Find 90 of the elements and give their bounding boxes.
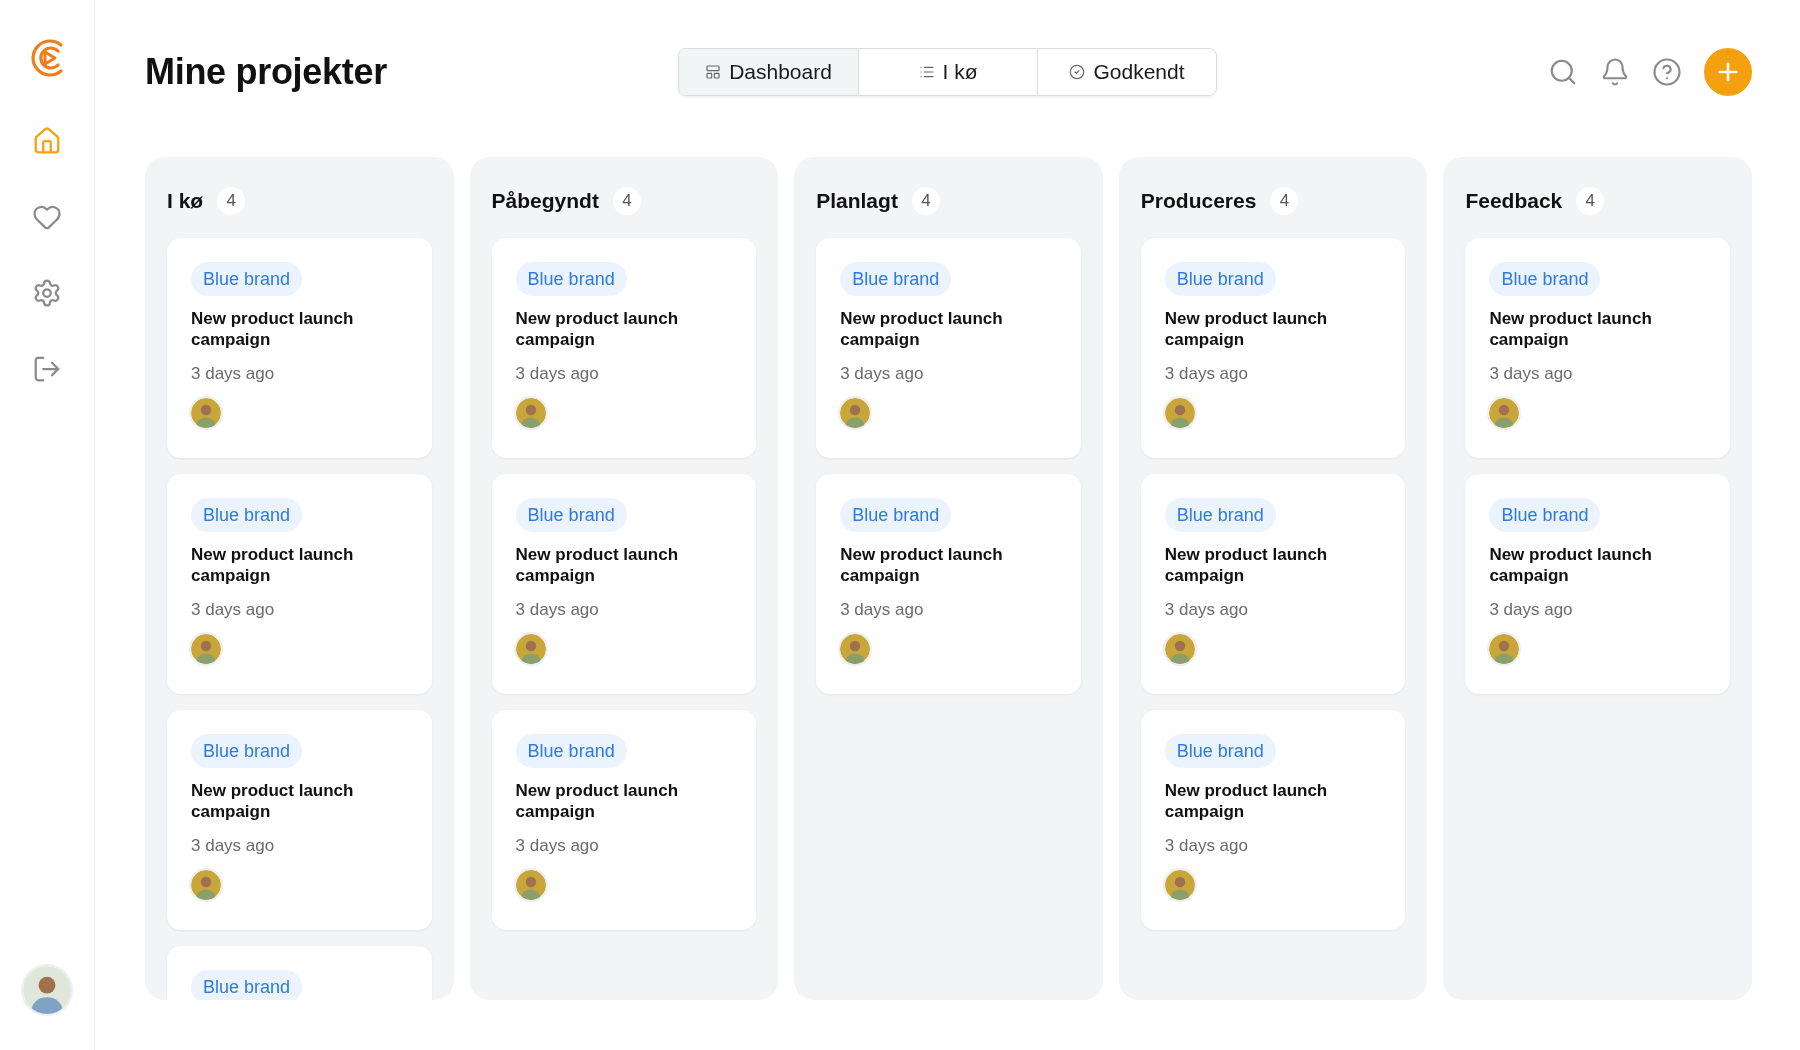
project-card[interactable]: Blue brand New product launch campaign 3 days ago — [491, 238, 757, 458]
brand-tag: Blue brand — [1164, 734, 1276, 768]
add-button[interactable] — [1704, 47, 1752, 96]
count-badge: 4 — [1270, 186, 1299, 215]
help-icon[interactable] — [1652, 56, 1682, 87]
avatar — [23, 966, 71, 1014]
card-time: 3 days ago — [1164, 600, 1248, 620]
card-time: 3 days ago — [1489, 600, 1573, 620]
column-title: Feedback — [1465, 188, 1563, 213]
brand-tag: Blue brand — [1489, 498, 1601, 532]
avatar — [191, 870, 221, 900]
brand-tag: Blue brand — [840, 498, 952, 532]
brand-tag: Blue brand — [191, 498, 303, 532]
card-time: 3 days ago — [1164, 836, 1248, 856]
card-title: New product launch campaign — [1489, 308, 1653, 350]
card-title: New product launch campaign — [1164, 544, 1329, 586]
count-badge: 4 — [1576, 186, 1605, 215]
avatar — [1164, 870, 1195, 900]
brand-tag: Blue brand — [191, 734, 303, 768]
card-time: 3 days ago — [840, 600, 924, 620]
avatar — [515, 634, 546, 664]
avatar — [515, 870, 546, 900]
avatar — [840, 634, 871, 664]
avatar — [1164, 398, 1195, 428]
avatar — [1489, 634, 1520, 664]
project-card[interactable]: Blue brand New product launch campaign 3 days ago — [1465, 474, 1730, 694]
project-card[interactable]: Blue brand New product launch campaign 3 days ago — [1140, 474, 1406, 694]
home-icon[interactable] — [32, 126, 62, 156]
layout-icon — [705, 63, 722, 80]
card-title: New product launch campaign — [1164, 308, 1329, 350]
project-card[interactable]: Blue brand New product launch campaign 3 days ago — [491, 710, 757, 930]
card-title: New product launch campaign — [840, 308, 1004, 350]
brand-tag: Blue brand — [515, 262, 627, 296]
brand-tag: Blue brand — [515, 734, 627, 768]
avatar — [840, 398, 871, 428]
project-card[interactable]: Blue brand New product launch campaign 3 days ago — [1465, 238, 1730, 458]
card-time: 3 days ago — [840, 364, 924, 384]
avatar — [191, 398, 221, 428]
brand-tag: Blue brand — [1164, 498, 1276, 532]
logout-icon[interactable] — [32, 354, 62, 384]
column-title: Planlagt — [816, 188, 898, 213]
card-time: 3 days ago — [191, 364, 275, 384]
count-badge: 4 — [612, 186, 641, 215]
card-time: 3 days ago — [1164, 364, 1248, 384]
settings-icon[interactable] — [32, 278, 62, 308]
project-card[interactable]: Blue brand — [167, 946, 432, 1000]
brand-tag: Blue brand — [515, 498, 627, 532]
project-card[interactable]: Blue brand New product launch campaign 3 days ago — [1140, 238, 1406, 458]
brand-tag: Blue brand — [840, 262, 952, 296]
avatar — [1164, 634, 1195, 664]
card-time: 3 days ago — [515, 836, 599, 856]
view-tab[interactable]: Godkendt — [1037, 48, 1216, 95]
card-time: 3 days ago — [191, 600, 275, 620]
project-card[interactable]: Blue brand New product launch campaign 3 days ago — [167, 238, 432, 458]
page-title: Mine projekter — [145, 50, 388, 93]
card-time: 3 days ago — [191, 836, 275, 856]
brand-tag: Blue brand — [191, 262, 303, 296]
card-title: New product launch campaign — [191, 780, 355, 822]
card-title: New product launch campaign — [515, 544, 680, 586]
card-title: New product launch campaign — [191, 544, 355, 586]
card-time: 3 days ago — [1489, 364, 1573, 384]
column-title: Påbegyndt — [491, 188, 599, 213]
count-badge: 4 — [217, 186, 246, 215]
project-card[interactable]: Blue brand New product launch campaign 3 days ago — [1140, 710, 1406, 930]
card-title: New product launch campaign — [515, 308, 680, 350]
avatar — [191, 634, 221, 664]
card-title: New product launch campaign — [515, 780, 680, 822]
brand-tag: Blue brand — [191, 970, 303, 1000]
card-title: New product launch campaign — [191, 308, 355, 350]
project-card[interactable]: Blue brand New product launch campaign 3 days ago — [167, 710, 432, 930]
card-title: New product launch campaign — [1164, 780, 1329, 822]
project-card[interactable]: Blue brand New product launch campaign 3 days ago — [491, 474, 757, 694]
check-circle-icon — [1069, 63, 1086, 80]
card-time: 3 days ago — [515, 600, 599, 620]
card-title: New product launch campaign — [840, 544, 1004, 586]
view-tab[interactable]: Dashboard — [679, 48, 858, 95]
card-time: 3 days ago — [515, 364, 599, 384]
brand-tag: Blue brand — [1489, 262, 1601, 296]
project-card[interactable]: Blue brand New product launch campaign 3 days ago — [816, 238, 1081, 458]
bell-icon[interactable] — [1600, 56, 1630, 87]
column-title: I kø — [167, 188, 204, 213]
project-card[interactable]: Blue brand New product launch campaign 3 days ago — [816, 474, 1081, 694]
card-title: New product launch campaign — [1489, 544, 1653, 586]
avatar — [515, 398, 546, 428]
view-tab[interactable]: I kø — [858, 48, 1037, 95]
avatar — [1489, 398, 1520, 428]
count-badge: 4 — [911, 186, 940, 215]
brand-tag: Blue brand — [1164, 262, 1276, 296]
project-card[interactable]: Blue brand New product launch campaign 3 days ago — [167, 474, 432, 694]
column-title: Produceres — [1140, 188, 1257, 213]
